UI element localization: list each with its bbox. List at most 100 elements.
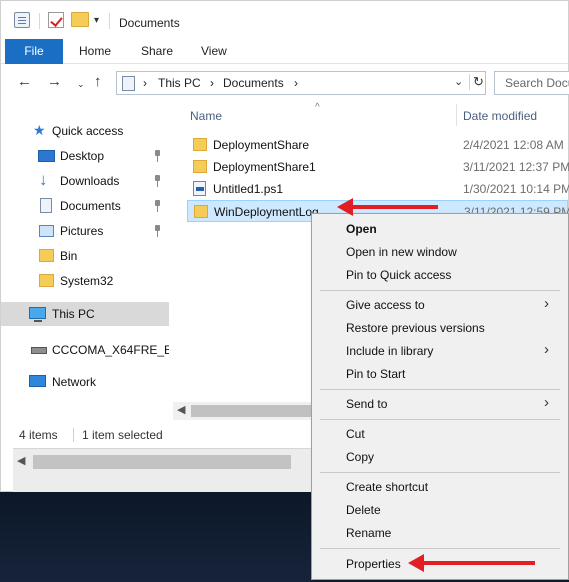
- folder-icon: [193, 160, 207, 173]
- menu-item-rename[interactable]: Rename: [346, 526, 391, 540]
- nav-item-documents[interactable]: Documents: [1, 194, 169, 218]
- new-folder-icon[interactable]: [71, 12, 89, 27]
- context-menu: Open Open in new window Pin to Quick acc…: [311, 213, 569, 580]
- scrollbar-thumb[interactable]: [33, 455, 291, 469]
- menu-separator: [320, 389, 560, 390]
- file-date: 3/11/2021 12:37 PM: [463, 160, 569, 174]
- scroll-left-icon[interactable]: ◀: [177, 403, 185, 416]
- pin-icon[interactable]: [153, 175, 163, 187]
- nav-label: Bin: [60, 249, 78, 263]
- navigation-pane: ★ Quick access Desktop ↓ Downloads Docum…: [1, 102, 173, 422]
- nav-item-network[interactable]: Network: [1, 370, 169, 394]
- breadcrumb-this-pc[interactable]: This PC: [158, 76, 201, 90]
- drive-icon: [31, 347, 47, 354]
- file-row[interactable]: Untitled1.ps1 1/30/2021 10:14 PM: [187, 178, 569, 200]
- horizontal-scrollbar[interactable]: ◀: [173, 402, 313, 420]
- file-name: DeploymentShare1: [213, 160, 316, 174]
- column-header-name[interactable]: Name: [190, 109, 222, 123]
- nav-item-drive[interactable]: CCCOMA_X64FRE_EN: [1, 338, 169, 362]
- breadcrumb-separator[interactable]: ›: [210, 76, 214, 90]
- menu-separator: [320, 472, 560, 473]
- documents-location-icon: [122, 76, 135, 91]
- forward-arrow-icon[interactable]: →: [47, 73, 62, 91]
- column-headers: ^ Name Date modified: [173, 102, 568, 128]
- nav-label: Desktop: [60, 149, 105, 163]
- status-divider: [73, 428, 74, 442]
- tab-file[interactable]: File: [5, 39, 63, 64]
- breadcrumb-separator[interactable]: ›: [294, 76, 298, 90]
- annotation-arrow-icon: [337, 198, 438, 216]
- address-dropdown-icon[interactable]: ⌄: [454, 75, 463, 88]
- menu-item-restore-versions[interactable]: Restore previous versions: [346, 321, 485, 335]
- menu-item-include-library[interactable]: Include in library: [346, 344, 433, 358]
- properties-icon[interactable]: [14, 12, 30, 28]
- ribbon-tabs: File Home Share View: [1, 39, 568, 64]
- pin-icon[interactable]: [153, 200, 163, 212]
- refresh-icon[interactable]: ↻: [469, 74, 485, 90]
- file-name: WinDeploymentLog: [214, 205, 319, 219]
- search-placeholder: Search Docu: [505, 76, 569, 90]
- pin-icon[interactable]: [153, 150, 163, 162]
- background-window-strip: ◀: [13, 448, 313, 493]
- menu-item-give-access[interactable]: Give access to: [346, 298, 425, 312]
- folder-icon: [193, 138, 207, 151]
- file-row[interactable]: DeploymentShare 2/4/2021 12:08 AM: [187, 134, 568, 156]
- file-row[interactable]: DeploymentShare1 3/11/2021 12:37 PM: [187, 156, 569, 178]
- submenu-chevron-icon: ›: [544, 295, 549, 312]
- tab-view[interactable]: View: [201, 39, 227, 64]
- menu-item-open[interactable]: Open: [346, 222, 377, 236]
- nav-item-pictures[interactable]: Pictures: [1, 219, 169, 243]
- back-arrow-icon[interactable]: ←: [17, 73, 32, 91]
- folder-icon: [39, 249, 54, 262]
- tab-home[interactable]: Home: [79, 39, 111, 64]
- window-title: Documents: [119, 16, 180, 30]
- folder-icon: [39, 274, 54, 287]
- nav-item-system32[interactable]: System32: [1, 269, 169, 293]
- pin-icon[interactable]: [153, 225, 163, 237]
- item-count: 4 items: [19, 428, 58, 442]
- menu-item-copy[interactable]: Copy: [346, 450, 374, 464]
- annotation-arrow-icon: [408, 554, 535, 572]
- menu-item-open-new-window[interactable]: Open in new window: [346, 245, 457, 259]
- nav-label: System32: [60, 274, 114, 288]
- computer-icon: [29, 307, 46, 322]
- folder-icon: [194, 205, 208, 218]
- address-bar[interactable]: › This PC › Documents › ⌄ ↻: [116, 71, 486, 95]
- breadcrumb-separator[interactable]: ›: [143, 76, 147, 90]
- file-date: 1/30/2021 10:14 PM: [463, 182, 569, 196]
- tab-share[interactable]: Share: [141, 39, 173, 64]
- menu-item-send-to[interactable]: Send to: [346, 397, 387, 411]
- scrollbar-thumb[interactable]: [191, 405, 313, 417]
- up-arrow-icon[interactable]: ↑: [94, 73, 102, 91]
- nav-item-desktop[interactable]: Desktop: [1, 144, 169, 168]
- submenu-chevron-icon: ›: [544, 394, 549, 411]
- nav-label: Downloads: [60, 174, 120, 188]
- network-icon: [29, 375, 46, 387]
- submenu-chevron-icon: ›: [544, 341, 549, 358]
- recent-locations-chevron-icon[interactable]: ⌄: [77, 75, 85, 93]
- menu-item-delete[interactable]: Delete: [346, 503, 381, 517]
- file-name: DeploymentShare: [213, 138, 310, 152]
- search-input[interactable]: Search Docu: [494, 71, 569, 95]
- pictures-icon: [39, 225, 54, 237]
- nav-item-this-pc[interactable]: This PC: [1, 302, 169, 326]
- nav-item-bin[interactable]: Bin: [1, 244, 169, 268]
- scroll-left-icon[interactable]: ◀: [17, 454, 25, 467]
- nav-item-downloads[interactable]: ↓ Downloads: [1, 169, 169, 193]
- menu-item-cut[interactable]: Cut: [346, 427, 365, 441]
- breadcrumb-documents[interactable]: Documents: [223, 76, 284, 90]
- nav-label: This PC: [52, 307, 95, 321]
- menu-item-pin-quick-access[interactable]: Pin to Quick access: [346, 268, 451, 282]
- powershell-script-icon: [193, 181, 206, 196]
- checkmark-icon[interactable]: [48, 12, 64, 28]
- toolbar-separator: [39, 13, 40, 29]
- sort-caret-icon: ^: [315, 102, 320, 113]
- menu-item-create-shortcut[interactable]: Create shortcut: [346, 480, 428, 494]
- menu-item-properties[interactable]: Properties: [346, 557, 401, 571]
- nav-item-quick-access[interactable]: ★ Quick access: [1, 119, 169, 143]
- quick-access-toolbar-dropdown-icon[interactable]: ▾: [94, 15, 99, 26]
- menu-separator: [320, 419, 560, 420]
- column-divider[interactable]: [456, 104, 457, 126]
- column-header-date-modified[interactable]: Date modified: [463, 109, 537, 123]
- menu-item-pin-start[interactable]: Pin to Start: [346, 367, 405, 381]
